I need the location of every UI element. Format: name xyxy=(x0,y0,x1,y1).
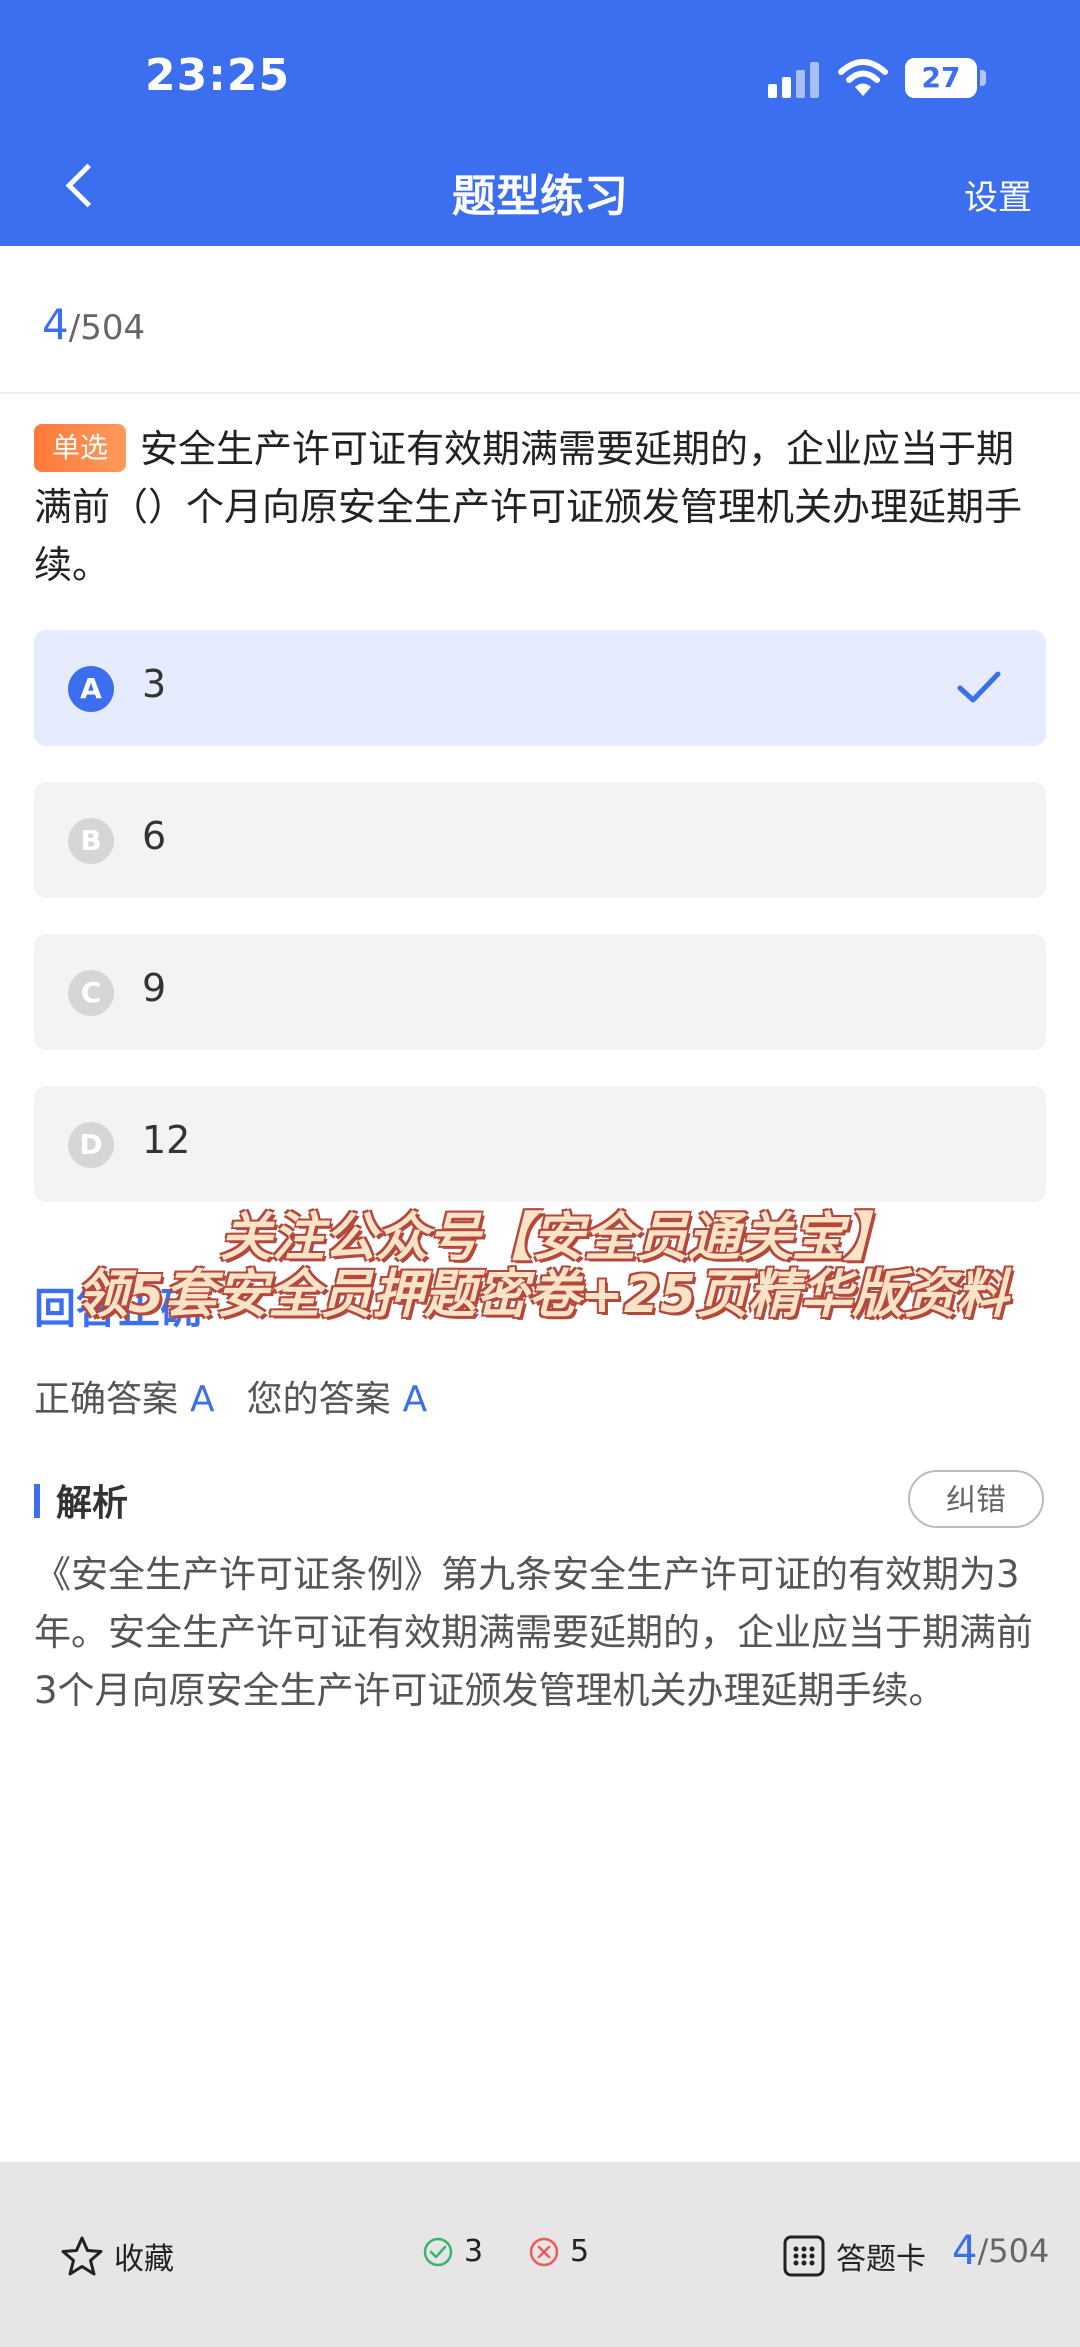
analysis-accent-bar xyxy=(34,1484,40,1518)
question-type-badge: 单选 xyxy=(34,424,126,472)
question-block: 单选 安全生产许可证有效期满需要延期的，企业应当于期满前（）个月向原安全生产许可证… xyxy=(34,420,1044,594)
correct-count: 3 xyxy=(422,2234,483,2269)
star-icon xyxy=(61,2236,103,2276)
option-b[interactable]: B 6 xyxy=(34,782,1046,898)
analysis-title: 解析 xyxy=(56,1483,129,1524)
option-letter: D xyxy=(68,1122,114,1168)
option-a[interactable]: A 3 xyxy=(34,630,1046,746)
divider xyxy=(0,392,1080,394)
app-header: 23:25 27 题型练习 设置 xyxy=(0,0,1080,246)
battery-level: 27 xyxy=(921,61,961,94)
option-text: 6 xyxy=(142,814,167,858)
option-letter: A xyxy=(68,666,114,712)
answer-summary: 正确答案 A 您的答案 A xyxy=(34,1370,459,1422)
wifi-icon xyxy=(838,59,888,96)
analysis-text: 《安全生产许可证条例》第九条安全生产许可证的有效期为3年。安全生产许可证有效期满… xyxy=(34,1553,1033,1712)
correct-count-value: 3 xyxy=(464,2234,484,2269)
checkmark-icon xyxy=(957,671,1001,703)
option-d[interactable]: D 12 xyxy=(34,1086,1046,1202)
option-text: 3 xyxy=(142,662,167,706)
correct-answer-label: 正确答案 xyxy=(34,1379,179,1420)
bottom-bar: 收藏 3 5 答题卡 4/504 xyxy=(0,2162,1080,2347)
correct-answer-value: A xyxy=(190,1379,215,1420)
settings-button[interactable]: 设置 xyxy=(964,170,1032,219)
favorite-button[interactable]: 收藏 xyxy=(60,2234,174,2278)
wrong-count-value: 5 xyxy=(570,2234,590,2269)
report-error-button[interactable]: 纠错 xyxy=(908,1470,1044,1528)
bottom-progress-current: 4 xyxy=(952,2228,978,2274)
battery-indicator: 27 xyxy=(905,58,977,98)
option-text: 9 xyxy=(142,966,167,1010)
wrong-icon xyxy=(529,2237,559,2266)
status-time: 23:25 xyxy=(145,50,291,101)
bottom-progress: 4/504 xyxy=(952,2228,1049,2274)
option-letter: C xyxy=(68,970,114,1016)
option-letter: B xyxy=(68,818,114,864)
question-text: 安全生产许可证有效期满需要延期的，企业应当于期满前（）个月向原安全生产许可证颁发… xyxy=(34,427,1023,587)
watermark-line-2: 领5套安全员押题密卷+25页精华版资料 xyxy=(76,1265,1009,1325)
option-c[interactable]: C 9 xyxy=(34,934,1046,1050)
grid-icon xyxy=(783,2235,825,2277)
wrong-count: 5 xyxy=(528,2234,589,2269)
progress-total: /504 xyxy=(68,308,146,348)
progress-current: 4 xyxy=(42,300,69,349)
signal-icon xyxy=(768,62,819,98)
correct-icon xyxy=(423,2237,453,2266)
your-answer-label: 您的答案 xyxy=(246,1379,391,1420)
page-title: 题型练习 xyxy=(452,171,628,222)
question-progress: 4/504 xyxy=(42,300,145,349)
option-text: 12 xyxy=(142,1118,191,1162)
your-answer-value: A xyxy=(402,1379,428,1420)
answer-card-button[interactable]: 答题卡 xyxy=(782,2234,926,2278)
answer-card-label: 答题卡 xyxy=(836,2242,926,2277)
favorite-label: 收藏 xyxy=(114,2242,174,2277)
bottom-progress-total: /504 xyxy=(977,2232,1050,2270)
battery-cap xyxy=(980,70,986,86)
